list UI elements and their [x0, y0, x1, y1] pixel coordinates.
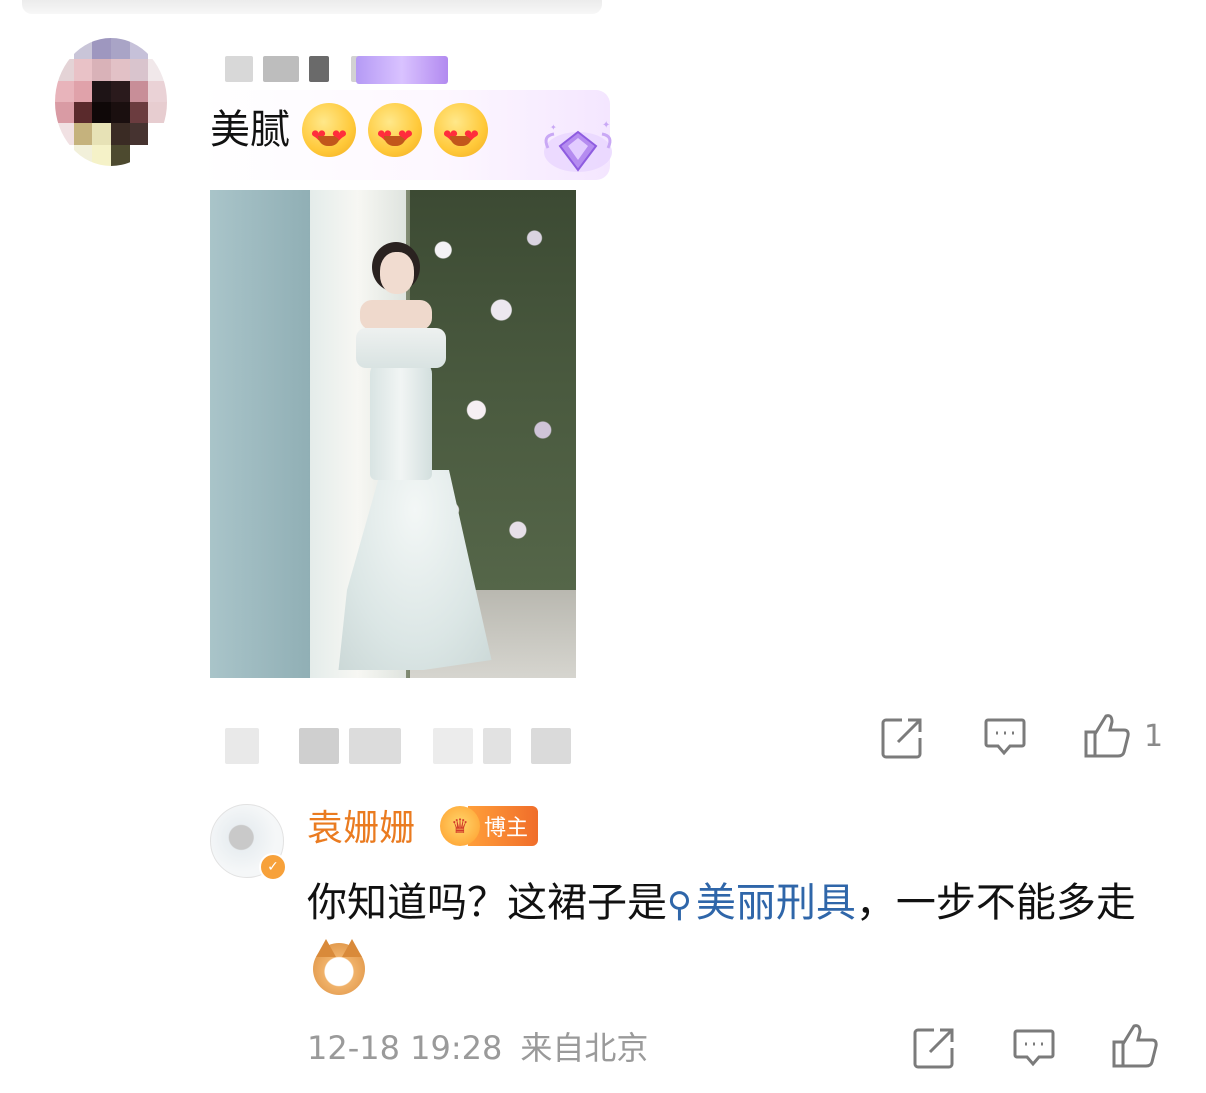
like-count: 1 — [1144, 718, 1164, 754]
topic-link-label: 美丽刑具 — [695, 880, 856, 926]
reply-like-button[interactable] — [1110, 1022, 1160, 1070]
cat-emoji-icon — [313, 939, 365, 995]
heart-eyes-emoji-icon — [368, 103, 422, 163]
verified-badge-icon: ✓ — [259, 853, 287, 881]
like-button[interactable]: 1 — [1082, 712, 1163, 760]
reply-comment-button[interactable] — [1013, 1028, 1055, 1068]
reply-meta: 12-18 19:28 来自北京 — [307, 1026, 648, 1070]
heart-eyes-emoji-icon — [434, 103, 488, 163]
reply-repost-button[interactable] — [912, 1026, 956, 1070]
svg-text:✦: ✦ — [550, 123, 557, 132]
photo-face — [380, 252, 414, 294]
repost-icon — [913, 1028, 954, 1069]
top-divider — [22, 0, 602, 14]
thumbs-up-icon — [1084, 714, 1130, 758]
comment-meta-redacted — [225, 728, 571, 764]
comment-photo[interactable] — [210, 190, 576, 678]
commenter-name-redacted[interactable] — [225, 52, 367, 86]
heart-eyes-emoji-icon — [302, 103, 356, 163]
photo-shoulders-skin — [360, 300, 432, 330]
comment-text: 美腻 — [210, 107, 290, 153]
reply-text: 你知道吗？这裙子是⚲ 美丽刑具，一步不能多走 — [307, 872, 1177, 998]
diamond-bubble-badge-icon: ✦ ✦ — [544, 120, 612, 172]
blogger-username[interactable]: 袁姗姗 — [307, 806, 415, 852]
repost-icon — [881, 718, 922, 759]
topic-link[interactable]: ⚲ 美丽刑具 — [667, 880, 856, 926]
repost-button[interactable] — [880, 716, 924, 760]
photo-gown-bodice — [370, 360, 432, 480]
commenter-avatar[interactable] — [55, 38, 167, 166]
vip-badge-redacted — [356, 56, 448, 84]
comment-button[interactable] — [984, 717, 1026, 757]
reply-date: 12-18 19:28 — [307, 1029, 503, 1067]
photo-wall — [210, 190, 320, 678]
comment-text-row: 美腻 — [210, 103, 488, 163]
comment-icon — [1013, 1029, 1055, 1067]
host-badge: ♛ 博主 — [440, 806, 539, 846]
photo-gown-neckline — [356, 328, 446, 368]
reply-text-start: 你知道吗？这裙子是 — [307, 880, 667, 926]
comment-icon — [984, 718, 1026, 756]
reply-location: 来自北京 — [520, 1029, 649, 1067]
svg-text:✦: ✦ — [602, 120, 610, 131]
reply-text-end: ，一步不能多走 — [855, 880, 1136, 926]
crown-icon: ♛ — [440, 806, 480, 846]
search-icon: ⚲ — [667, 885, 692, 925]
thumbs-up-icon — [1112, 1024, 1158, 1068]
